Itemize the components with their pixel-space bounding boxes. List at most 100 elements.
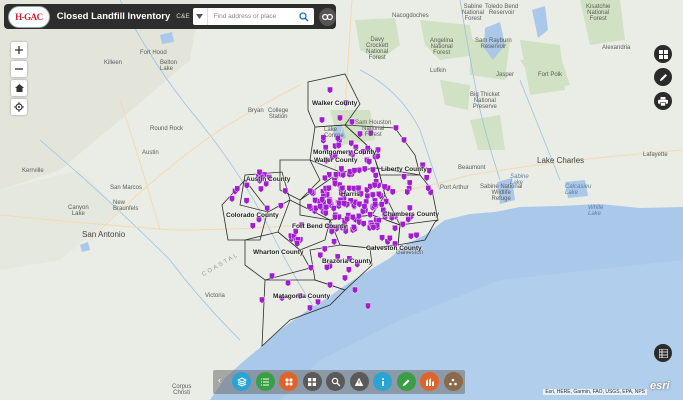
landfill-marker[interactable] — [367, 211, 373, 219]
landfill-marker[interactable] — [393, 124, 399, 132]
place-label: Austin — [142, 150, 159, 156]
edit-button[interactable] — [654, 68, 672, 86]
landfill-marker[interactable] — [285, 279, 291, 287]
place-label: Kisatchie National Forest — [586, 4, 611, 22]
landfill-marker[interactable] — [308, 264, 314, 272]
landfill-marker[interactable] — [264, 205, 270, 212]
landfill-marker[interactable] — [321, 245, 328, 253]
landfill-marker[interactable] — [399, 221, 406, 229]
draw-tool-button[interactable] — [396, 372, 416, 391]
grid-icon — [658, 49, 668, 59]
landfill-marker[interactable] — [364, 192, 371, 200]
landfill-marker[interactable] — [401, 173, 407, 181]
search-source-dropdown[interactable] — [193, 8, 208, 25]
legend-tool-button[interactable] — [255, 372, 275, 391]
landfill-marker[interactable] — [408, 232, 414, 240]
landfill-marker[interactable] — [244, 182, 250, 190]
landfill-marker[interactable] — [401, 136, 407, 144]
report-tool-button[interactable] — [420, 372, 439, 391]
landfill-marker[interactable] — [258, 185, 264, 193]
plus-icon — [15, 46, 23, 54]
zoom-in-button[interactable] — [11, 42, 27, 58]
info-tool-button[interactable] — [373, 372, 392, 391]
landfill-marker[interactable] — [366, 158, 373, 166]
landfill-marker[interactable] — [259, 296, 265, 304]
county-label: Waller County — [314, 157, 358, 164]
landfill-marker[interactable] — [327, 281, 333, 289]
place-label: Angelina National Forest — [430, 38, 454, 56]
landfill-marker[interactable] — [356, 200, 363, 208]
locate-button[interactable] — [11, 99, 27, 115]
landfill-marker[interactable] — [423, 174, 430, 182]
landfill-marker[interactable] — [243, 197, 250, 205]
place-label: Victoria — [205, 293, 225, 299]
report-icon — [425, 377, 434, 386]
share-link-button[interactable] — [318, 7, 336, 26]
basemap-gallery-tool-button[interactable] — [279, 372, 298, 391]
share-icon — [449, 378, 457, 385]
landfill-marker[interactable] — [322, 174, 328, 182]
place-label: Beaumont — [458, 165, 486, 171]
landfill-marker[interactable] — [389, 188, 396, 196]
place-label: Lake Charles — [537, 156, 585, 165]
bookmark-tool-button[interactable] — [302, 372, 322, 391]
place-label: Kerrville — [22, 168, 44, 174]
landfill-marker[interactable] — [322, 209, 329, 217]
landfill-markers-layer[interactable] — [0, 0, 683, 400]
landfill-marker[interactable] — [337, 114, 343, 122]
landfill-marker[interactable] — [404, 188, 411, 196]
landfill-marker[interactable] — [269, 272, 275, 280]
landfill-marker[interactable] — [413, 232, 420, 239]
landfill-marker[interactable] — [327, 86, 333, 94]
place-label: Toledo Bend Reservoir — [485, 4, 519, 16]
landfill-marker[interactable] — [229, 195, 235, 203]
place-label: Round Rock — [150, 126, 184, 132]
esri-logo: esri — [650, 380, 670, 392]
search-button[interactable] — [297, 10, 311, 23]
landfill-marker[interactable] — [324, 264, 330, 272]
landfill-marker[interactable] — [379, 234, 385, 242]
landfill-marker[interactable] — [346, 266, 352, 274]
county-label: Liberty County — [381, 166, 427, 173]
share-tool-button[interactable] — [443, 372, 463, 391]
printer-icon — [658, 96, 668, 106]
landfill-marker[interactable] — [378, 201, 385, 209]
search-input[interactable] — [213, 13, 304, 20]
layers-tool-button[interactable] — [232, 372, 251, 391]
landfill-marker[interactable] — [361, 165, 368, 173]
landfill-marker[interactable] — [392, 225, 398, 232]
landfill-marker[interactable] — [294, 240, 300, 248]
landfill-marker[interactable] — [369, 191, 376, 199]
query-tool-button[interactable] — [326, 372, 345, 391]
place-label: San Antonio — [82, 230, 126, 239]
warning-tool-button[interactable] — [349, 372, 369, 391]
county-label: Fort Bend County — [292, 223, 347, 230]
toolbar-prev-button[interactable]: ‹ — [218, 375, 221, 385]
landfill-marker[interactable] — [349, 118, 355, 126]
place-label: Lufkin — [430, 68, 447, 74]
map-view[interactable]: Nacogdoches Sabine National Forest Alexa… — [0, 0, 683, 400]
landfill-marker[interactable] — [332, 213, 338, 221]
landfill-marker[interactable] — [365, 302, 371, 310]
landfill-marker[interactable] — [342, 274, 348, 282]
landfill-marker[interactable] — [406, 179, 413, 187]
landfill-marker[interactable] — [250, 222, 256, 230]
zoom-out-button[interactable] — [11, 61, 27, 77]
landfill-marker[interactable] — [319, 116, 325, 124]
landfill-marker[interactable] — [282, 187, 289, 195]
place-label: Port Arthur — [440, 185, 469, 191]
landfill-marker[interactable] — [330, 205, 337, 213]
attribute-table-button[interactable] — [654, 344, 672, 362]
landfill-marker[interactable] — [331, 238, 337, 246]
landfill-marker[interactable] — [356, 167, 363, 174]
landfill-marker[interactable] — [307, 304, 313, 312]
landfill-marker[interactable] — [352, 286, 358, 294]
widget-grid-button[interactable] — [654, 45, 672, 63]
landfill-marker[interactable] — [360, 220, 367, 228]
print-button[interactable] — [654, 92, 672, 110]
landfill-marker[interactable] — [426, 167, 433, 175]
place-label: Davy Crockett National Forest — [366, 37, 389, 61]
landfill-marker[interactable] — [278, 202, 284, 210]
home-button[interactable] — [11, 80, 27, 96]
landfill-marker[interactable] — [372, 172, 379, 180]
